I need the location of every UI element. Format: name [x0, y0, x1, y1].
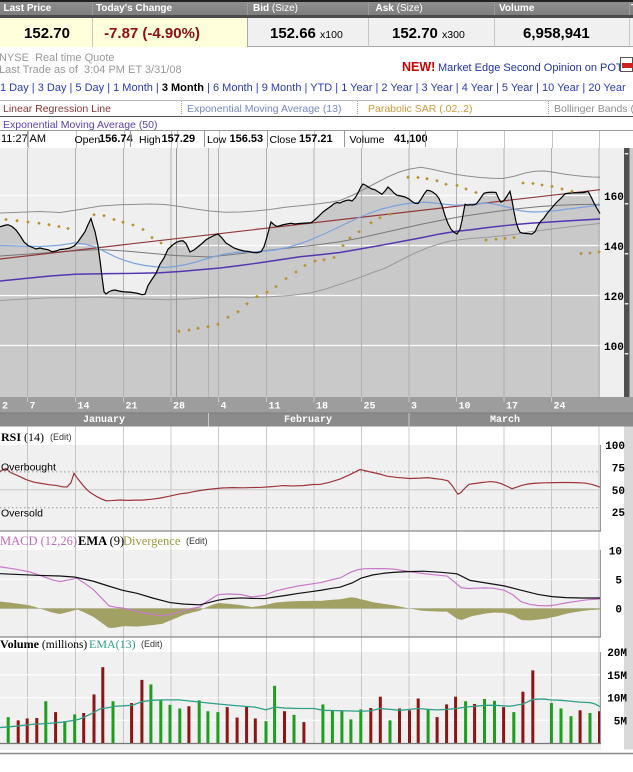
- svg-text:11: 11: [269, 402, 281, 413]
- svg-text:3: 3: [411, 402, 417, 413]
- svg-text:March: March: [490, 414, 520, 426]
- svg-text:160: 160: [604, 192, 624, 204]
- svg-text:Overbought: Overbought: [1, 461, 56, 473]
- svg-text:15M: 15M: [607, 671, 627, 683]
- svg-text:0: 0: [615, 605, 622, 617]
- svg-text:10: 10: [459, 402, 471, 413]
- svg-text:75: 75: [612, 463, 626, 475]
- svg-text:5M: 5M: [614, 716, 628, 728]
- svg-text:100: 100: [604, 342, 624, 354]
- svg-text:50: 50: [612, 486, 625, 498]
- svg-text:100: 100: [605, 441, 625, 453]
- svg-text:24: 24: [554, 402, 566, 413]
- svg-text:120: 120: [604, 292, 624, 304]
- svg-text:10M: 10M: [607, 694, 627, 706]
- svg-text:17: 17: [506, 402, 518, 413]
- svg-text:Divergence: Divergence: [123, 534, 181, 548]
- svg-text:(Edit): (Edit): [141, 639, 163, 649]
- svg-text:February: February: [284, 414, 332, 426]
- svg-text:25: 25: [612, 508, 626, 520]
- svg-text:EMA(13): EMA(13): [89, 637, 136, 651]
- svg-text:EMA (9): EMA (9): [78, 534, 124, 548]
- svg-text:MACD (12,26): MACD (12,26): [0, 534, 77, 548]
- svg-text:7: 7: [30, 402, 36, 413]
- svg-text:(Edit): (Edit): [50, 432, 72, 442]
- svg-text:10: 10: [609, 547, 622, 559]
- svg-text:14: 14: [78, 402, 90, 413]
- svg-text:18: 18: [316, 402, 328, 413]
- svg-text:Oversold: Oversold: [1, 508, 43, 520]
- svg-text:2: 2: [2, 402, 8, 413]
- svg-text:Volume (millions): Volume (millions): [0, 637, 87, 651]
- svg-text:RSI (14): RSI (14): [1, 430, 44, 444]
- svg-text:140: 140: [604, 242, 624, 254]
- svg-text:25: 25: [364, 402, 376, 413]
- svg-text:January: January: [83, 415, 125, 426]
- svg-text:4: 4: [221, 402, 227, 413]
- svg-text:(Edit): (Edit): [186, 536, 208, 546]
- svg-text:21: 21: [126, 402, 138, 413]
- svg-text:20M: 20M: [607, 648, 627, 660]
- svg-text:5: 5: [615, 576, 622, 588]
- svg-text:28: 28: [173, 402, 185, 413]
